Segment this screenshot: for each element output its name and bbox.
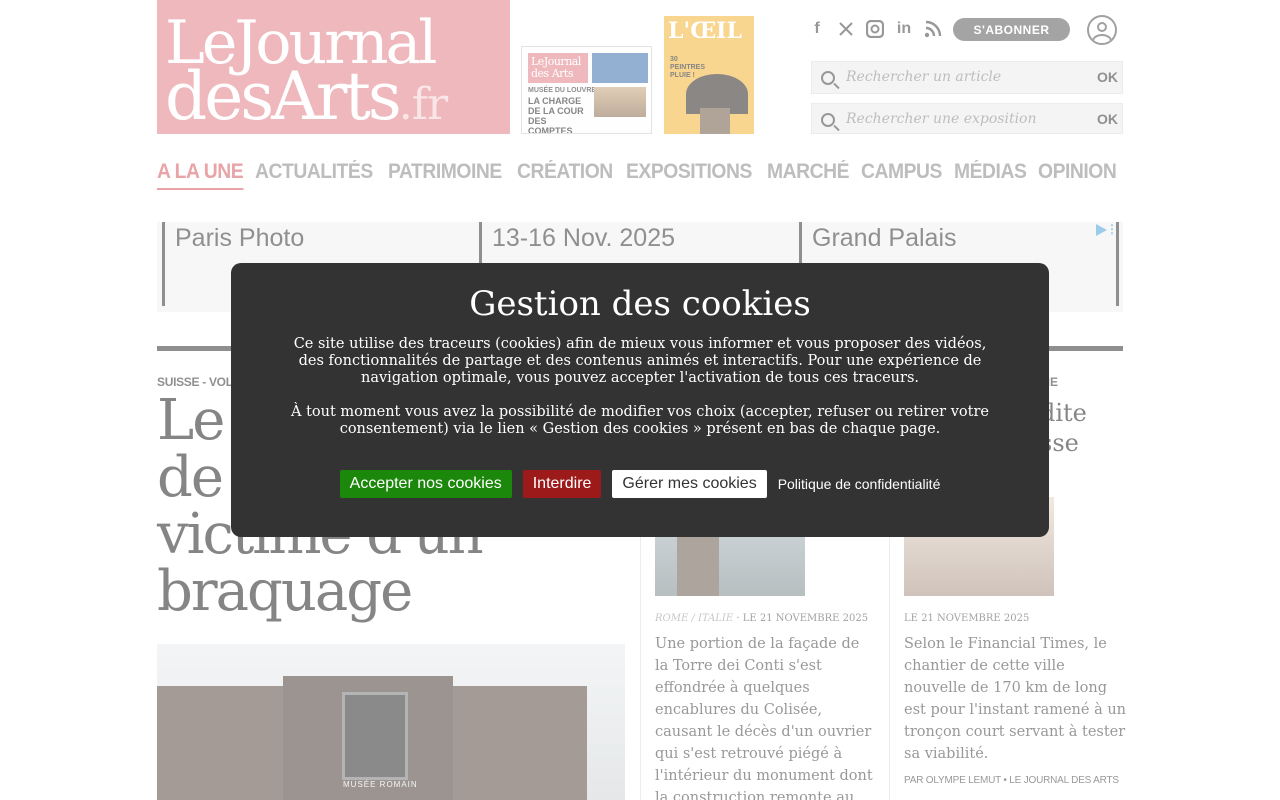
- manage-cookies-button[interactable]: Gérer mes cookies: [612, 470, 767, 498]
- privacy-policy-link[interactable]: Politique de confidentialité: [778, 471, 941, 497]
- cookie-modal-text-2: À tout moment vous avez la possibilité d…: [291, 404, 989, 437]
- cookie-modal: Gestion des cookies Ce site utilise des …: [231, 263, 1049, 537]
- cookie-buttons: Accepter nos cookies Interdire Gérer mes…: [231, 470, 1049, 498]
- cookie-modal-text-1: Ce site utilise des traceurs (cookies) a…: [293, 336, 987, 386]
- accept-cookies-button[interactable]: Accepter nos cookies: [339, 470, 512, 498]
- deny-cookies-button[interactable]: Interdire: [522, 470, 602, 498]
- cookie-modal-title: Gestion des cookies: [469, 284, 811, 324]
